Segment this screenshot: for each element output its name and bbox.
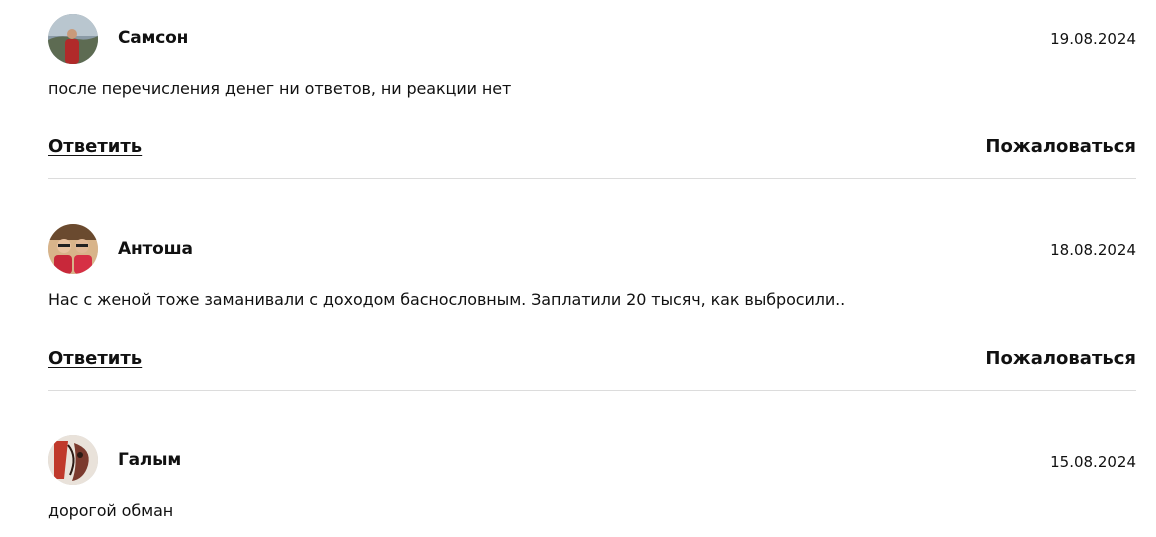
comment-date: 15.08.2024 — [1050, 453, 1136, 471]
comment-text: после перечисления денег ни ответов, ни … — [48, 79, 512, 98]
comment-date: 19.08.2024 — [1050, 30, 1136, 48]
comment-author[interactable]: Самсон — [118, 28, 188, 48]
avatar-photo-icon — [48, 224, 98, 274]
avatar[interactable] — [48, 224, 98, 274]
comment-divider — [48, 178, 1136, 179]
reply-button[interactable]: Ответить — [48, 136, 142, 157]
avatar-photo-icon — [48, 14, 98, 64]
comment-text: Нас с женой тоже заманивали с доходом ба… — [48, 290, 846, 309]
report-button[interactable]: Пожаловаться — [985, 348, 1136, 369]
comment-divider — [48, 390, 1136, 391]
avatar[interactable] — [48, 14, 98, 64]
comment-author[interactable]: Антоша — [118, 239, 193, 259]
comment-author[interactable]: Галым — [118, 450, 181, 470]
reply-button[interactable]: Ответить — [48, 348, 142, 369]
comment-text: дорогой обман — [48, 501, 174, 520]
report-button[interactable]: Пожаловаться — [985, 136, 1136, 157]
comment-date: 18.08.2024 — [1050, 241, 1136, 259]
avatar-photo-icon — [48, 435, 98, 485]
avatar[interactable] — [48, 435, 98, 485]
